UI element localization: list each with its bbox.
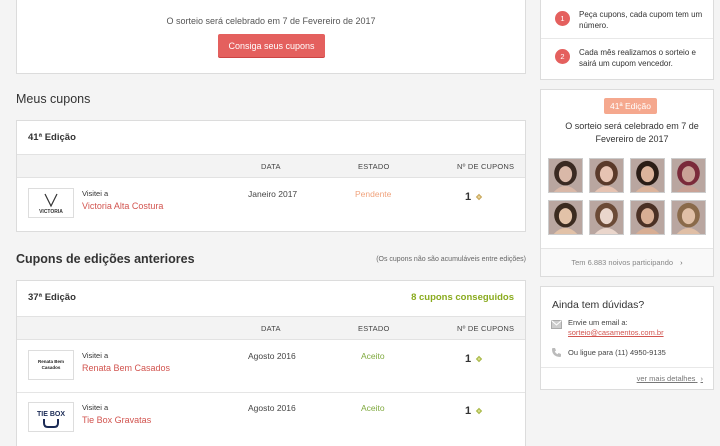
email-link[interactable]: sorteio@casamentos.com.br [568,328,664,337]
person-photo-icon [631,201,664,234]
participant-avatar [589,158,624,193]
coupon-count: 1 [465,405,483,417]
edition-title: 37ª Edição [28,292,76,303]
step-item: 1 Peça cupons, cada cupom tem um número. [541,3,713,39]
header-date: DATA [261,324,281,333]
svg-text:TIE BOX: TIE BOX [37,411,65,418]
table-row: VICTORIA Visitei a Victoria Alta Costura… [17,179,525,231]
vendor-logo: TIE BOX [28,402,74,432]
vendor-logo: VICTORIA [28,188,74,218]
participant-avatar [589,200,624,235]
participant-avatar [630,158,665,193]
previous-coupons-title: Cupons de edições anteriores [16,252,195,266]
coupon-date: Agosto 2016 [248,351,296,361]
participant-avatar [630,200,665,235]
header-count: Nº DE CUPONS [457,162,515,171]
coupons-achieved: 8 cupons conseguidos [411,292,514,303]
how-it-works-card: 1 Peça cupons, cada cupom tem um número.… [540,0,714,80]
edition-card: 41ª Edição O sorteio será celebrado em 7… [540,89,714,277]
visit-label: Visitei a [82,403,109,412]
table-row: Renata Bem Casados Visitei a Renata Bem … [17,341,525,393]
email-label: Envie um email a: [568,318,628,327]
status-badge: Aceito [361,403,385,413]
coupon-count: 1 [465,353,483,365]
step-text: Peça cupons, cada cupom tem um número. [579,10,703,30]
edition-title: 41ª Edição [28,132,76,143]
participant-avatar [671,158,706,193]
step-item: 2 Cada mês realizamos o sorteio e sairá … [541,41,713,77]
status-badge: Aceito [361,351,385,361]
vendor-logo: Renata Bem Casados [28,350,74,380]
participant-avatar [548,200,583,235]
tiebox-logo-icon: TIE BOX [37,411,65,428]
ticket-icon [475,355,483,363]
step-number: 2 [555,49,570,64]
coupon-count-value: 1 [465,191,472,203]
header-status: ESTADO [358,324,390,333]
chevron-right-icon: › [680,258,683,267]
person-photo-icon [631,159,664,192]
coupon-count-value: 1 [465,353,472,365]
ticket-icon [475,407,483,415]
vendor-link-tiebox[interactable]: Tie Box Gravatas [82,415,151,425]
my-coupons-title: Meus cupons [16,92,91,106]
svg-text:VICTORIA: VICTORIA [39,209,63,215]
coupon-date: Janeiro 2017 [248,189,298,199]
header-status: ESTADO [358,162,390,171]
mail-icon [551,320,562,329]
visit-label: Visitei a [82,351,109,360]
ticket-icon [475,193,483,201]
non-cumulative-note: (Os cupons não são acumuláveis entre edi… [376,256,526,263]
coupon-date: Agosto 2016 [248,403,296,413]
table-header: DATA ESTADO Nº DE CUPONS [17,316,525,340]
phone-icon [552,348,561,357]
person-photo-icon [590,159,623,192]
visit-label: Visitei a [82,189,109,198]
person-photo-icon [549,201,582,234]
chevron-right-icon: › [700,374,704,383]
person-photo-icon [549,159,582,192]
email-contact: Envie um email a: sorteio@casamentos.com… [568,318,664,338]
table-header: DATA ESTADO Nº DE CUPONS [17,154,525,178]
phone-number: (11) 4950-9135 [615,348,666,357]
vendor-link-victoria[interactable]: Victoria Alta Costura [82,201,163,211]
more-details-label: ver mais detalhes [636,374,696,383]
step-text: Cada mês realizamos o sorteio e sairá um… [579,48,696,68]
draw-date-notice: O sorteio será celebrado em 7 de Feverei… [565,121,699,144]
phone-contact: Ou ligue para (11) 4950-9135 [568,348,666,358]
victoria-logo-icon: VICTORIA [39,193,63,215]
header-date: DATA [261,162,281,171]
table-row: TIE BOX Visitei a Tie Box Gravatas Agost… [17,393,525,445]
participants-link[interactable]: Tem 6.883 noivos participando › [541,248,713,276]
previous-coupons-card: 37ª Edição 8 cupons conseguidos DATA EST… [16,280,526,446]
step-number: 1 [555,11,570,26]
person-photo-icon [672,201,705,234]
my-coupons-card: 41ª Edição DATA ESTADO Nº DE CUPONS VICT… [16,120,526,232]
edition-badge: 41ª Edição [604,98,657,114]
vendor-link-renata[interactable]: Renata Bem Casados [82,363,170,373]
more-details-link[interactable]: ver mais detalhes › [637,374,703,383]
draw-date-notice: O sorteio será celebrado em 7 de Feverei… [166,16,376,26]
help-card: Ainda tem dúvidas? Envie um email a: sor… [540,286,714,390]
status-badge: Pendente [355,189,392,199]
person-photo-icon [590,201,623,234]
draw-notice-card: O sorteio será celebrado em 7 de Feverei… [16,0,526,74]
phone-label: Ou ligue para [568,348,614,357]
get-coupons-button[interactable]: Consiga seus cupons [218,34,325,57]
coupon-count-value: 1 [465,405,472,417]
renata-logo-text: Renata Bem Casados [37,359,64,370]
person-photo-icon [672,159,705,192]
participant-avatar [671,200,706,235]
help-title: Ainda tem dúvidas? [552,299,645,311]
participants-count: Tem 6.883 noivos participando [571,258,674,267]
header-count: Nº DE CUPONS [457,324,515,333]
coupon-count: 1 [465,191,483,203]
participant-avatar [548,158,583,193]
